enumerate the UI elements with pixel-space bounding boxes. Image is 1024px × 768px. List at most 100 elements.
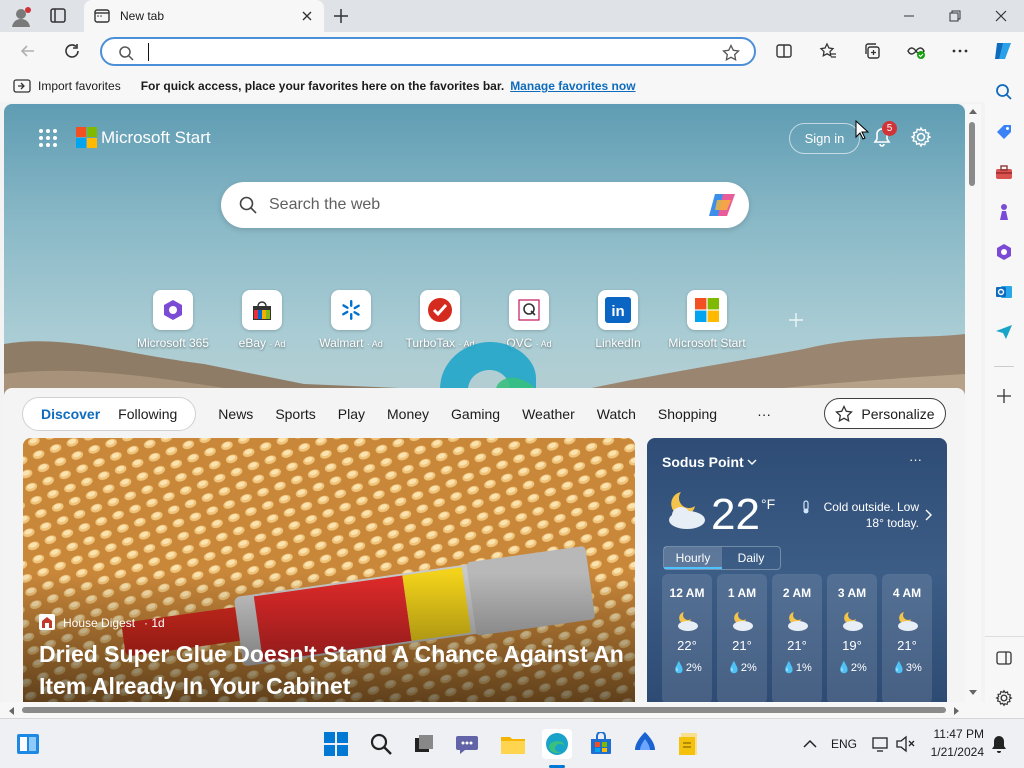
quick-link-linkedin[interactable]: in LinkedIn	[578, 290, 658, 350]
settings-gear-icon[interactable]	[910, 126, 932, 148]
chevron-right-icon[interactable]	[923, 508, 933, 522]
notes-app-icon[interactable]	[674, 729, 704, 759]
back-button[interactable]	[18, 41, 38, 61]
outlook-icon[interactable]	[994, 282, 1014, 302]
tab-discover[interactable]: Discover	[35, 406, 106, 422]
quick-link-walmart[interactable]: Walmart · Ad	[311, 290, 391, 350]
article-card[interactable]: House Digest · 1d Dried Super Glue Doesn…	[23, 438, 635, 704]
task-view-icon[interactable]	[409, 729, 439, 759]
tab-following[interactable]: Following	[112, 406, 183, 422]
widgets-icon[interactable]	[13, 729, 43, 759]
text-cursor	[148, 43, 149, 61]
scroll-left-icon[interactable]	[8, 707, 14, 715]
hour-temp: 21°	[897, 638, 917, 653]
copilot-icon[interactable]	[991, 39, 1015, 63]
scroll-right-icon[interactable]	[954, 707, 960, 715]
vertical-scroll-thumb[interactable]	[969, 122, 975, 186]
tab-actions-icon[interactable]	[50, 8, 68, 24]
microsoft-365-icon	[153, 290, 193, 330]
sidebar-settings-icon[interactable]	[994, 688, 1014, 708]
clock-time[interactable]: 11:47 PM	[924, 727, 984, 741]
sign-in-button[interactable]: Sign in	[789, 123, 860, 154]
start-windows-icon[interactable]	[321, 729, 351, 759]
horizontal-scroll-thumb[interactable]	[22, 707, 946, 713]
profile-avatar[interactable]	[10, 6, 32, 28]
search-input[interactable]: Search the web	[269, 196, 380, 214]
clock-date[interactable]: 1/21/2024	[924, 745, 984, 759]
microsoft-store-icon[interactable]	[586, 729, 616, 759]
quick-link-microsoft-365[interactable]: Microsoft 365	[133, 290, 213, 350]
weather-card[interactable]: Sodus Point ··· 22 °F Cold outside. Low …	[647, 438, 947, 704]
more-menu-icon[interactable]	[950, 41, 970, 61]
tab-gaming[interactable]: Gaming	[451, 406, 500, 422]
tab-watch[interactable]: Watch	[597, 406, 636, 422]
split-screen-icon[interactable]	[774, 41, 794, 61]
shopping-tag-icon[interactable]	[994, 122, 1014, 142]
restore-button[interactable]	[932, 0, 978, 32]
chat-teams-icon[interactable]	[453, 729, 483, 759]
notification-center-icon[interactable]	[984, 729, 1014, 759]
games-chess-icon[interactable]	[994, 202, 1014, 222]
drop-send-icon[interactable]	[994, 322, 1014, 342]
volume-muted-icon[interactable]	[890, 729, 920, 759]
app-launcher-icon[interactable]	[38, 128, 58, 148]
close-window-button[interactable]	[978, 0, 1024, 32]
import-favorites-button[interactable]: Import favorites	[38, 79, 121, 93]
browser-essentials-icon[interactable]	[906, 41, 926, 61]
hour-temp: 21°	[787, 638, 807, 653]
tab-money[interactable]: Money	[387, 406, 429, 422]
web-search-box[interactable]: Search the web	[221, 182, 749, 228]
tab-play[interactable]: Play	[338, 406, 365, 422]
copilot-icon[interactable]	[707, 190, 739, 220]
tab-weather[interactable]: Weather	[522, 406, 575, 422]
weather-more-button[interactable]: ···	[909, 452, 922, 467]
sidebar-search-icon[interactable]	[994, 82, 1014, 102]
sidebar-divider	[994, 366, 1014, 367]
tab-shopping[interactable]: Shopping	[658, 406, 717, 422]
hide-sidebar-icon[interactable]	[994, 648, 1014, 668]
file-explorer-icon[interactable]	[498, 729, 528, 759]
microsoft-365-icon[interactable]	[994, 242, 1014, 262]
more-tabs-button[interactable]: ···	[757, 406, 771, 422]
hour-precip: 2%	[850, 662, 867, 674]
tab-new-tab[interactable]: New tab	[84, 0, 324, 32]
add-sidebar-app-icon[interactable]	[994, 386, 1014, 406]
ebay-icon	[242, 290, 282, 330]
close-tab-icon[interactable]	[300, 9, 314, 23]
favorite-star-icon[interactable]	[722, 44, 740, 62]
source-logo-icon	[39, 614, 55, 630]
taskbar-search-icon[interactable]	[366, 729, 396, 759]
tab-sports[interactable]: Sports	[275, 406, 315, 422]
vertical-scrollbar[interactable]	[965, 104, 981, 704]
edge-browser-icon[interactable]	[542, 729, 572, 759]
collections-icon[interactable]	[862, 41, 882, 61]
tab-title: New tab	[120, 9, 165, 23]
quick-link-ebay[interactable]: eBay · Ad	[222, 290, 302, 350]
input-language[interactable]: ENG	[831, 737, 857, 751]
tools-toolbox-icon[interactable]	[994, 162, 1014, 182]
scroll-up-icon[interactable]	[969, 108, 977, 114]
tab-hourly[interactable]: Hourly	[664, 547, 722, 569]
show-hidden-icons-icon[interactable]	[795, 729, 825, 759]
quick-link-microsoft-start[interactable]: Microsoft Start	[667, 290, 747, 350]
scroll-down-icon[interactable]	[969, 690, 977, 696]
tab-daily[interactable]: Daily	[722, 547, 780, 569]
favorites-icon[interactable]	[818, 41, 838, 61]
current-temperature: 22	[711, 490, 760, 539]
add-shortcut-icon[interactable]	[788, 312, 804, 328]
minimize-button[interactable]	[886, 0, 932, 32]
refresh-button[interactable]	[62, 41, 82, 61]
app-taskbar-icon[interactable]	[630, 729, 660, 759]
horizontal-scrollbar[interactable]	[0, 702, 985, 718]
personalize-button[interactable]: Personalize	[824, 398, 946, 429]
address-bar[interactable]	[100, 37, 756, 66]
temperature-unit: °F	[761, 496, 776, 512]
article-title[interactable]: Dried Super Glue Doesn't Stand A Chance …	[39, 638, 629, 702]
tab-news[interactable]: News	[218, 406, 253, 422]
thermometer-icon	[801, 500, 811, 514]
mouse-cursor-icon	[855, 120, 869, 140]
new-tab-button[interactable]	[332, 7, 350, 25]
manage-favorites-link[interactable]: Manage favorites now	[510, 79, 635, 93]
chevron-down-icon[interactable]	[746, 456, 758, 468]
weather-location[interactable]: Sodus Point	[662, 454, 744, 470]
